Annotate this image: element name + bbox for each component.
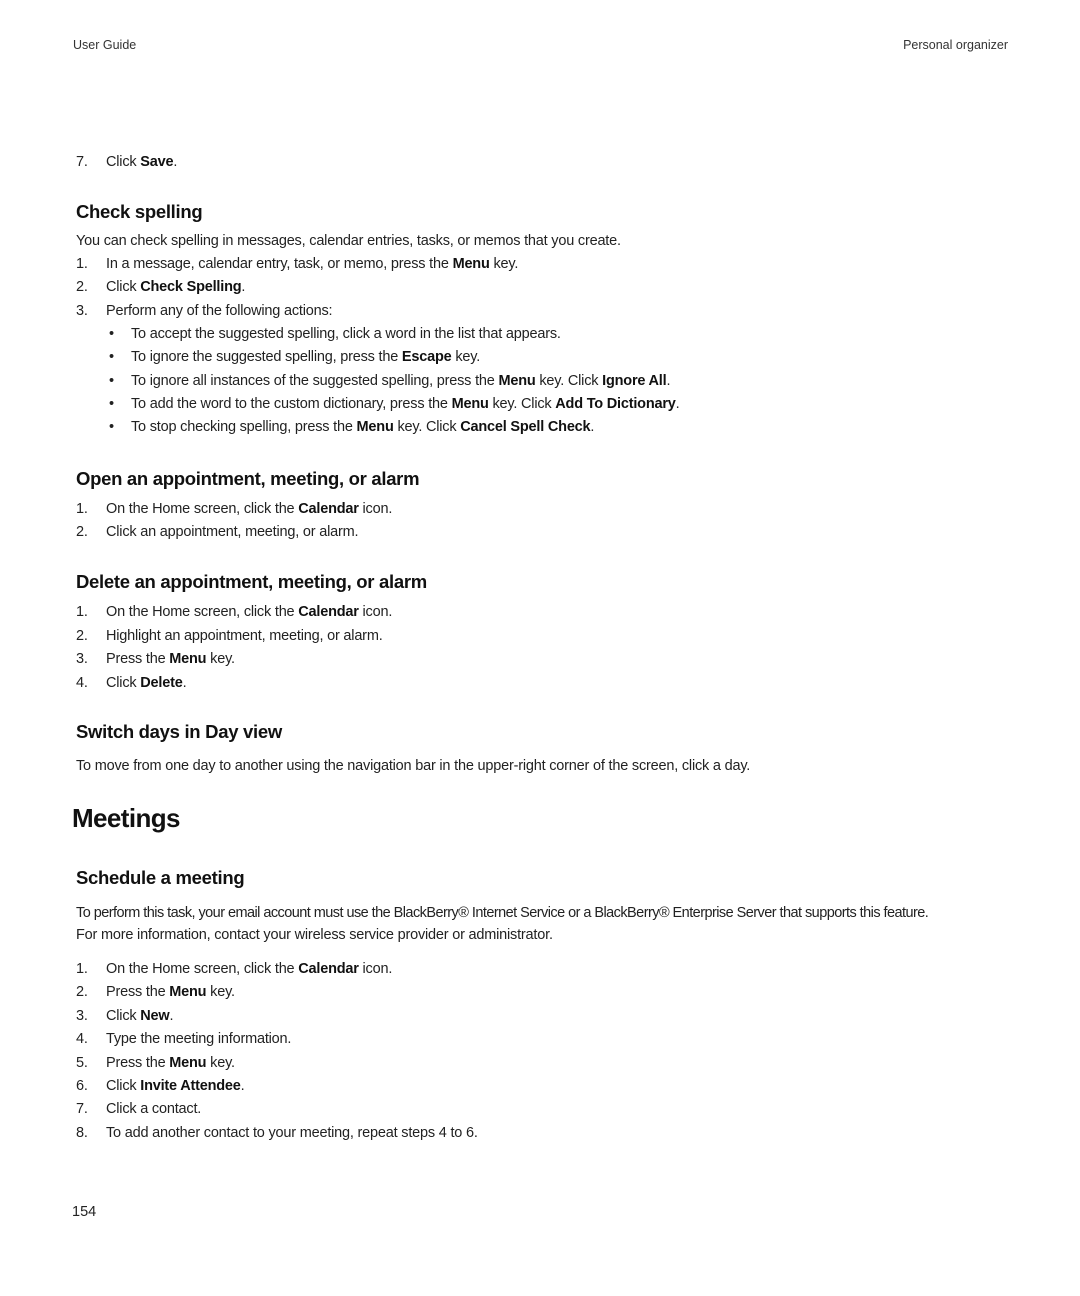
section-heading-schedule-meeting: Schedule a meeting bbox=[76, 867, 245, 888]
page-number: 154 bbox=[72, 1204, 97, 1220]
step-text: Click Check Spelling. bbox=[106, 279, 246, 296]
step-number: 3. bbox=[76, 302, 88, 319]
header-doc-title: User Guide bbox=[73, 38, 137, 52]
step-text: Perform any of the following actions: bbox=[106, 302, 333, 319]
step-number: 2. bbox=[76, 279, 88, 296]
bullet-text: To stop checking spelling, press the Men… bbox=[131, 419, 595, 436]
step-number: 1. bbox=[76, 501, 88, 517]
bullet-text: To ignore the suggested spelling, press … bbox=[131, 349, 481, 366]
step-number: 1. bbox=[76, 961, 88, 977]
step-number: 7. bbox=[76, 154, 88, 170]
step-text: Type the meeting information. bbox=[106, 1031, 292, 1048]
bullet-text: To accept the suggested spelling, click … bbox=[131, 326, 561, 342]
section-heading-switch-days: Switch days in Day view bbox=[76, 721, 282, 742]
bullet-text: To ignore all instances of the suggested… bbox=[131, 372, 671, 389]
step-number: 6. bbox=[76, 1078, 88, 1094]
step-text: Press the Menu key. bbox=[106, 651, 235, 667]
step-text: Highlight an appointment, meeting, or al… bbox=[106, 627, 383, 644]
bullet-icon: • bbox=[109, 326, 114, 342]
section-heading-open-appointment: Open an appointment, meeting, or alarm bbox=[76, 468, 420, 489]
section-heading-check-spelling: Check spelling bbox=[76, 201, 203, 222]
section-intro: You can check spelling in messages, cale… bbox=[76, 233, 621, 249]
step-text: Click a contact. bbox=[106, 1101, 202, 1118]
section-intro-line-2: For more information, contact your wirel… bbox=[76, 927, 553, 943]
step-text: In a message, calendar entry, task, or m… bbox=[106, 256, 519, 272]
bullet-icon: • bbox=[109, 395, 114, 412]
bullet-text: To add the word to the custom dictionary… bbox=[131, 395, 680, 412]
chapter-heading-meetings: Meetings bbox=[72, 803, 180, 833]
step-number: 3. bbox=[76, 1007, 88, 1024]
step-text: On the Home screen, click the Calendar i… bbox=[106, 501, 393, 517]
bullet-icon: • bbox=[109, 349, 114, 366]
section-text: To move from one day to another using th… bbox=[76, 758, 751, 774]
step-text: Click Delete. bbox=[106, 674, 187, 691]
step-text: Click Save. bbox=[106, 154, 178, 170]
step-number: 2. bbox=[76, 627, 88, 644]
bullet-icon: • bbox=[109, 372, 114, 389]
step-text: Click Invite Attendee. bbox=[106, 1078, 245, 1094]
header-section-title: Personal organizer bbox=[903, 38, 1008, 52]
step-text: On the Home screen, click the Calendar i… bbox=[106, 961, 393, 977]
step-text: To add another contact to your meeting, … bbox=[106, 1124, 478, 1141]
step-text: Press the Menu key. bbox=[106, 1054, 235, 1071]
step-number: 4. bbox=[76, 674, 88, 691]
step-number: 1. bbox=[76, 604, 88, 620]
step-number: 1. bbox=[76, 256, 88, 272]
step-text: Click an appointment, meeting, or alarm. bbox=[106, 524, 359, 541]
step-number: 3. bbox=[76, 651, 88, 667]
step-number: 5. bbox=[76, 1054, 88, 1071]
step-text: Press the Menu key. bbox=[106, 984, 235, 1001]
step-number: 4. bbox=[76, 1031, 88, 1048]
bullet-icon: • bbox=[109, 419, 114, 436]
section-heading-delete-appointment: Delete an appointment, meeting, or alarm bbox=[76, 571, 427, 592]
step-number: 7. bbox=[76, 1101, 88, 1118]
step-number: 2. bbox=[76, 984, 88, 1001]
step-number: 8. bbox=[76, 1124, 88, 1141]
step-text: On the Home screen, click the Calendar i… bbox=[106, 604, 393, 620]
step-text: Click New. bbox=[106, 1007, 174, 1024]
step-number: 2. bbox=[76, 524, 88, 541]
section-intro-line-1: To perform this task, your email account… bbox=[76, 905, 929, 921]
